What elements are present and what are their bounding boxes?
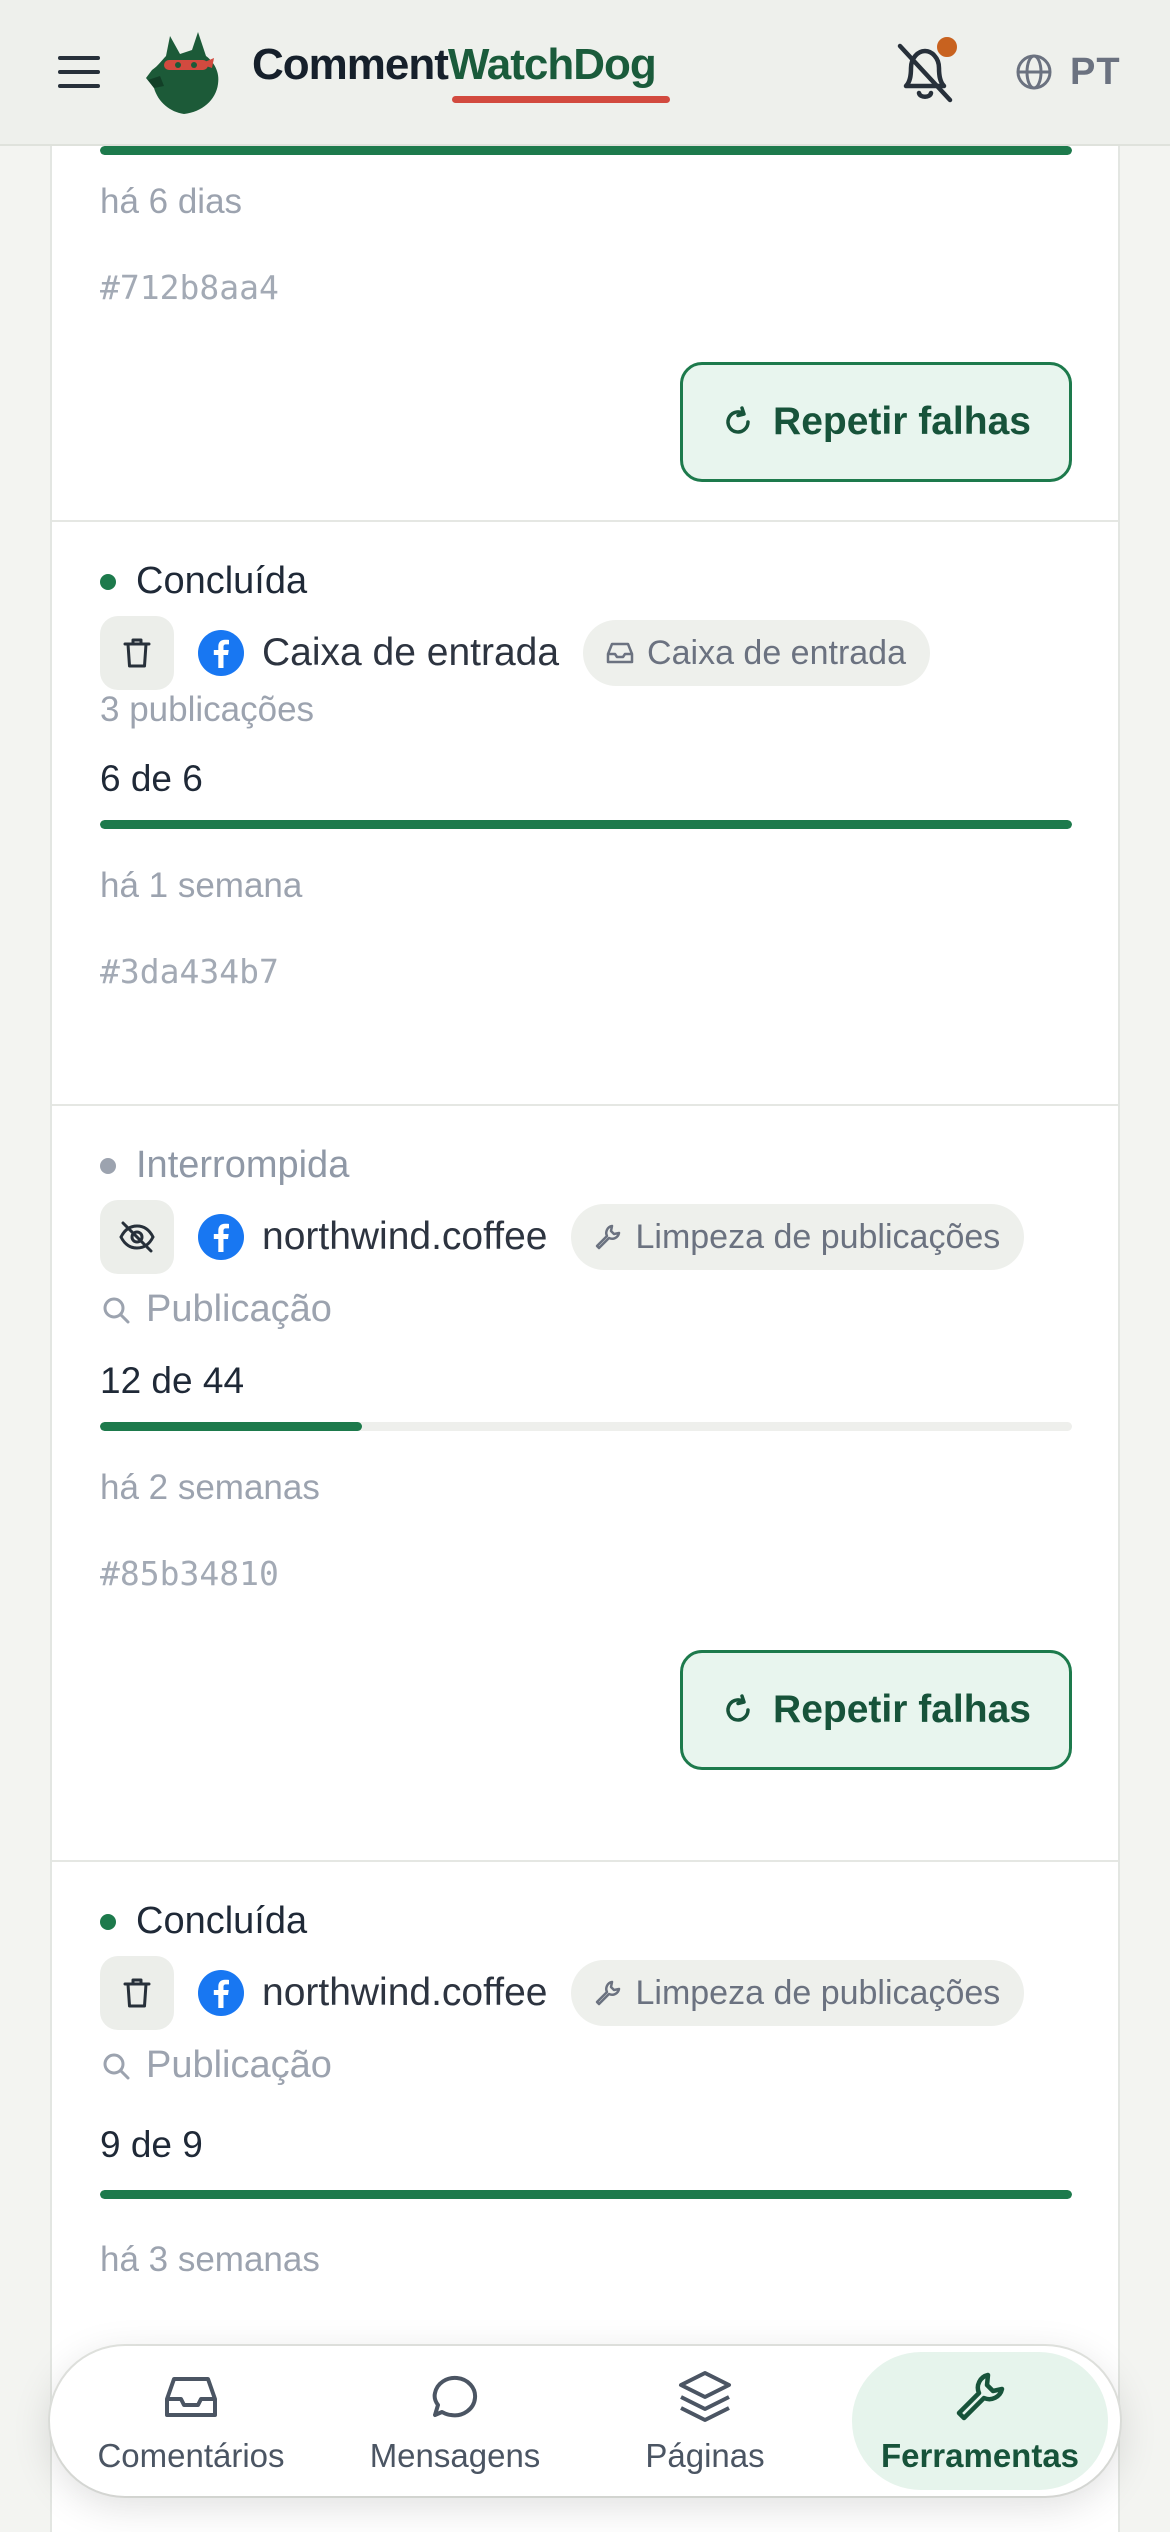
facebook-icon <box>198 630 244 676</box>
trash-icon <box>123 638 151 668</box>
facebook-icon <box>198 1970 244 2016</box>
retry-failures-button[interactable]: Repetir falhas <box>680 1650 1072 1770</box>
job-status: Interrompida <box>100 1144 349 1187</box>
status-dot <box>100 573 116 590</box>
job-source-row: northwind.coffee Limpeza de publicações <box>100 1200 1025 1274</box>
status-label: Concluída <box>136 1900 308 1942</box>
language-code: PT <box>1070 50 1121 93</box>
job-list: há 6 dias #712b8aa4 Repetir falhas Concl… <box>50 146 1120 2532</box>
wrench-icon <box>596 1224 621 1250</box>
job-time-ago: há 6 dias <box>100 182 243 221</box>
target-type-label: Publicação <box>146 2044 332 2086</box>
target-type-label: Publicação <box>146 1288 332 1330</box>
brand-part-2: WatchDog <box>447 40 657 89</box>
job-time-ago: há 1 semana <box>100 866 303 905</box>
progress-fill <box>100 146 1072 155</box>
top-app-bar: CommentWatchDog PT <box>0 0 1170 146</box>
notification-dot <box>934 34 960 60</box>
page-name: northwind.coffee <box>262 1971 548 2014</box>
globe-icon <box>1016 54 1052 90</box>
job-id: #85b34810 <box>100 1554 279 1593</box>
progress-fill <box>100 2190 1072 2199</box>
progress-fill <box>100 1422 363 1431</box>
retry-icon <box>726 406 750 434</box>
menu-icon-bar <box>58 84 100 88</box>
retry-icon <box>726 1694 750 1722</box>
progress-bar <box>100 820 1072 829</box>
chip-label: Caixa de entrada <box>647 633 906 672</box>
job-time-ago: há 2 semanas <box>100 1468 320 1507</box>
wrench-icon <box>596 1980 621 2006</box>
job-card: Concluída Caixa de entrada Caixa de entr… <box>52 520 1118 1104</box>
progress-bar <box>100 146 1072 155</box>
nav-tools-label: Ferramentas <box>880 2437 1080 2474</box>
progress-bar <box>100 1422 1072 1431</box>
nav-comments[interactable]: Comentários <box>86 2346 296 2496</box>
hide-job-button[interactable] <box>100 1200 174 1274</box>
job-status: Concluída <box>100 560 307 603</box>
job-source-row: northwind.coffee Limpeza de publicações <box>100 1956 1025 2030</box>
chip-label: Limpeza de publicações <box>635 1217 1001 1256</box>
facebook-icon <box>198 1214 244 1260</box>
job-type-chip: Limpeza de publicações <box>571 1204 1025 1270</box>
progress-fill <box>100 820 1072 829</box>
brand-part-1: Comment <box>252 40 449 89</box>
watchdog-logo-icon[interactable] <box>140 26 232 118</box>
chip-label: Limpeza de publicações <box>635 1973 1001 2012</box>
job-type-chip: Caixa de entrada <box>583 620 930 686</box>
nav-messages-label: Mensagens <box>369 2437 541 2474</box>
job-id: #3da434b7 <box>100 952 279 991</box>
delete-job-button[interactable] <box>100 1956 174 2030</box>
retry-label: Repetir falhas <box>773 1688 1031 1731</box>
progress-count: 6 de 6 <box>100 758 203 799</box>
nav-messages[interactable]: Mensagens <box>350 2346 560 2496</box>
progress-bar <box>100 2190 1072 2199</box>
target-type: Publicação <box>100 1288 332 1331</box>
retry-label: Repetir falhas <box>773 400 1031 443</box>
progress-count: 12 de 44 <box>100 1360 245 1401</box>
menu-button[interactable] <box>52 50 106 94</box>
menu-icon <box>58 56 100 60</box>
job-time-ago: há 3 semanas <box>100 2240 320 2279</box>
job-source-row: Caixa de entrada Caixa de entrada <box>100 616 930 690</box>
status-dot <box>100 1913 116 1930</box>
brand-underline <box>452 96 670 103</box>
page-name: northwind.coffee <box>262 1215 548 1258</box>
inbox-icon <box>165 2377 217 2417</box>
job-card: Interrompida northwind.coffee Limpeza de… <box>52 1104 1118 1860</box>
publications-count: 3 publicações <box>100 690 315 729</box>
job-id: #712b8aa4 <box>100 268 279 307</box>
nav-pages-label: Páginas <box>645 2437 765 2474</box>
retry-failures-button[interactable]: Repetir falhas <box>680 362 1072 482</box>
trash-icon <box>123 1978 151 2008</box>
nav-tools[interactable]: Ferramentas <box>852 2352 1108 2490</box>
nav-comments-label: Comentários <box>97 2437 285 2474</box>
status-label: Concluída <box>136 560 308 602</box>
progress-count: 9 de 9 <box>100 2124 203 2165</box>
job-card: há 6 dias #712b8aa4 Repetir falhas <box>52 146 1118 520</box>
message-circle-icon <box>432 2375 478 2418</box>
language-switcher[interactable]: PT <box>1014 50 1121 94</box>
layers-icon <box>679 2371 731 2422</box>
menu-icon-bar <box>58 70 100 74</box>
bottom-navigation: Comentários Mensagens Páginas Ferramenta… <box>50 2346 1120 2496</box>
eye-off-icon <box>119 1221 155 1253</box>
inbox-icon <box>606 642 634 664</box>
delete-job-button[interactable] <box>100 616 174 690</box>
page-name: Caixa de entrada <box>262 631 560 674</box>
search-icon <box>103 1297 130 1323</box>
nav-pages[interactable]: Páginas <box>610 2346 800 2496</box>
wrench-icon <box>956 2372 1005 2421</box>
job-type-chip: Limpeza de publicações <box>571 1960 1025 2026</box>
status-dot <box>100 1157 116 1174</box>
job-status: Concluída <box>100 1900 307 1943</box>
target-type: Publicação <box>100 2044 332 2087</box>
status-label: Interrompida <box>136 1144 350 1186</box>
search-icon <box>103 2053 130 2079</box>
